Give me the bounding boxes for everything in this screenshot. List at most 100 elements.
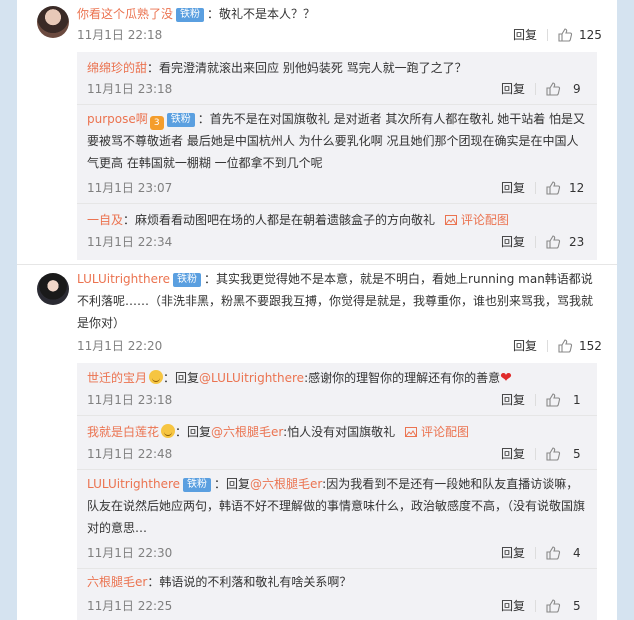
- username-link[interactable]: 一自及: [87, 213, 123, 227]
- timestamp: 11月1日 22:30: [87, 546, 173, 560]
- username-link[interactable]: 世迁的宝月: [87, 371, 147, 385]
- avatar[interactable]: [37, 6, 69, 38]
- username-link[interactable]: 六根腿毛er: [87, 575, 147, 589]
- timestamp: 11月1日 23:18: [87, 393, 173, 407]
- like-count: 12: [569, 181, 585, 195]
- divider: [77, 469, 597, 470]
- thumbs-up-icon[interactable]: [557, 27, 573, 43]
- reply-item: 我就是白莲花 ：回复@六根腿毛er:怕人没有对国旗敬礼 评论配图: [87, 421, 587, 443]
- comment-image-label[interactable]: 评论配图: [421, 425, 469, 439]
- comment-image-link[interactable]: 评论配图: [405, 425, 469, 439]
- reply-button[interactable]: 回复: [501, 232, 525, 252]
- thumbs-up-icon[interactable]: [557, 338, 573, 354]
- mention-link[interactable]: @六根腿毛er: [250, 477, 322, 491]
- comment-meta: 11月1日 22:18 回复 125: [77, 25, 602, 45]
- divider: [535, 236, 536, 248]
- emoji-icon: [161, 424, 176, 438]
- reply-item: 绵绵珍的甜：看完澄清就滚出来回应 别他妈装死 骂完人就一跑了之了？: [87, 57, 587, 79]
- fan-badge: 铁粉: [166, 113, 195, 127]
- thumbs-up-icon[interactable]: [545, 392, 561, 408]
- divider: [535, 394, 536, 406]
- image-icon: [405, 427, 418, 437]
- reply-button[interactable]: 回复: [501, 178, 525, 198]
- divider: [535, 600, 536, 612]
- comment-meta: 11月1日 22:48 回复 5: [87, 444, 597, 464]
- mention-link[interactable]: @LULUitrighthere: [199, 371, 304, 385]
- fan-badge: 铁粉: [173, 273, 202, 287]
- comment-meta: 11月1日 22:34 回复 23: [87, 232, 597, 252]
- divider: [77, 568, 597, 569]
- comment-meta: 11月1日 22:30 回复 4: [87, 543, 597, 563]
- comment-meta: 11月1日 23:18 回复 9: [87, 79, 597, 99]
- like-count: 5: [573, 447, 581, 461]
- emoji-icon: [149, 370, 164, 384]
- like-count: 4: [573, 546, 581, 560]
- vip-level-icon: 3: [149, 116, 164, 130]
- timestamp: 11月1日 22:48: [87, 447, 173, 461]
- reply-item: 六根腿毛er：韩语说的不利落和敬礼有啥关系啊？: [87, 571, 587, 593]
- reply-item: LULUitrighthere 铁粉 ：回复@六根腿毛er:因为我看到不是还有一段她…: [87, 473, 587, 539]
- reply-prefix: ：回复: [214, 477, 251, 491]
- comment-meta: 11月1日 22:25 回复 5: [87, 596, 597, 616]
- reply-button[interactable]: 回复: [501, 543, 525, 563]
- comment-feed: 你看这个瓜熟了没 铁粉 ：敬礼不是本人？？ 11月1日 22:18 回复 125 绵…: [17, 0, 617, 620]
- fan-badge: 铁粉: [176, 8, 205, 22]
- username-link[interactable]: LULUitrighthere: [77, 272, 170, 286]
- reply-button[interactable]: 回复: [501, 390, 525, 410]
- comment-meta: 11月1日 22:20 回复 152: [77, 336, 602, 356]
- timestamp: 11月1日 23:18: [87, 82, 173, 96]
- comment-text: :感谢你的理智你的理解还有你的善意: [304, 371, 501, 385]
- username-link[interactable]: 绵绵珍的甜: [87, 61, 147, 75]
- reply-button[interactable]: 回复: [501, 444, 525, 464]
- left-margin: [0, 0, 17, 620]
- divider: [535, 83, 536, 95]
- timestamp: 11月1日 23:07: [87, 181, 173, 195]
- divider: [535, 182, 536, 194]
- username-link[interactable]: 我就是白莲花: [87, 425, 159, 439]
- reply-item: purpose啊 3 铁粉 ：首先不是在对国旗敬礼 是对逝者 其次所有人都在敬礼 她干…: [87, 108, 587, 174]
- divider: [547, 29, 548, 41]
- thumbs-up-icon[interactable]: [545, 545, 561, 561]
- thumbs-up-icon[interactable]: [545, 598, 561, 614]
- divider: [535, 547, 536, 559]
- replies-box: 世迁的宝月 ：回复 @LULUitrighthere:感谢你的理智你的理解还有你的善…: [77, 363, 597, 620]
- username-link[interactable]: purpose啊: [87, 112, 148, 126]
- comment-meta: 11月1日 23:18 回复 1: [87, 390, 597, 410]
- timestamp: 11月1日 22:25: [87, 599, 173, 613]
- like-count: 23: [569, 235, 585, 249]
- reply-button[interactable]: 回复: [513, 25, 537, 45]
- timestamp: 11月1日 22:20: [77, 339, 163, 353]
- thumbs-up-icon[interactable]: [545, 446, 561, 462]
- divider: [547, 340, 548, 352]
- comment-text: ：看完澄清就滚出来回应 别他妈装死 骂完人就一跑了之了？: [147, 61, 467, 75]
- avatar[interactable]: [37, 273, 69, 305]
- mention-link[interactable]: @六根腿毛er: [211, 425, 283, 439]
- like-count: 9: [573, 82, 581, 96]
- right-margin: [617, 0, 634, 620]
- username-link[interactable]: LULUitrighthere: [87, 477, 180, 491]
- comment-meta: 11月1日 23:07 回复 12: [87, 178, 597, 198]
- reply-button[interactable]: 回复: [501, 79, 525, 99]
- image-icon: [445, 215, 458, 225]
- thumbs-up-icon[interactable]: [545, 81, 561, 97]
- divider: [535, 448, 536, 460]
- comment-text: ：韩语说的不利落和敬礼有啥关系啊？: [147, 575, 352, 589]
- timestamp: 11月1日 22:34: [87, 235, 173, 249]
- reply-prefix: ：回复: [175, 425, 212, 439]
- fan-badge: 铁粉: [183, 478, 212, 492]
- thumbs-up-icon[interactable]: [545, 234, 561, 250]
- comment-text: ：麻烦看看动图吧在场的人都是在朝着遗骸盒子的方向敬礼: [123, 213, 436, 227]
- reply-button[interactable]: 回复: [513, 336, 537, 356]
- reply-item: 世迁的宝月 ：回复@LULUitrighthere:感谢你的理智你的理解还有你的善…: [87, 367, 587, 389]
- like-count: 125: [579, 28, 602, 42]
- comment-text: ：敬礼不是本人？？: [207, 7, 316, 21]
- reply-button[interactable]: 回复: [501, 596, 525, 616]
- username-link[interactable]: 你看这个瓜熟了没: [77, 7, 173, 21]
- divider: [77, 203, 597, 204]
- thumbs-up-icon[interactable]: [545, 180, 561, 196]
- comment-image-link[interactable]: 评论配图: [445, 213, 509, 227]
- thread-divider: [17, 264, 617, 265]
- heart-icon: ❤: [500, 370, 512, 386]
- comment-image-label[interactable]: 评论配图: [461, 213, 509, 227]
- divider: [77, 415, 597, 416]
